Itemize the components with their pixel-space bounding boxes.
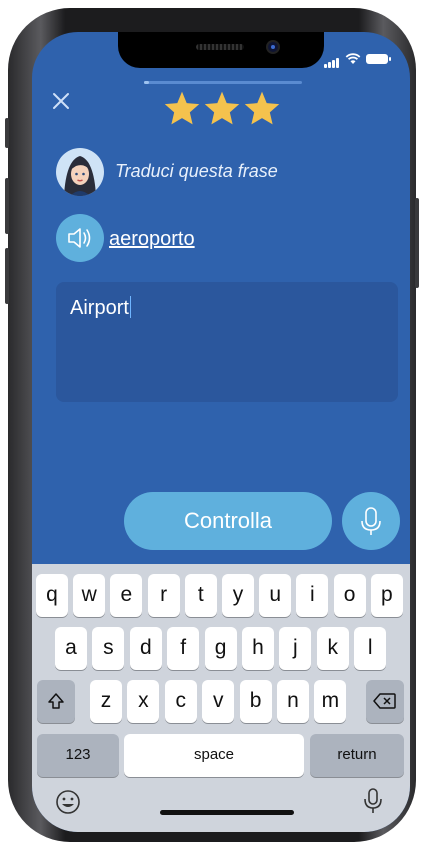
- dictation-icon: [364, 788, 382, 813]
- key-j[interactable]: j: [279, 627, 312, 670]
- instruction-text: Traduci questa frase: [115, 161, 278, 181]
- microphone-icon: [361, 507, 381, 535]
- key-m[interactable]: m: [314, 680, 347, 723]
- shift-key[interactable]: [37, 680, 75, 723]
- key-o[interactable]: o: [333, 574, 366, 617]
- notch: [118, 32, 324, 68]
- silent-switch: [5, 118, 9, 148]
- app-screen: Traduci questa frase aeroporto Airport C…: [32, 32, 410, 832]
- status-bar: [324, 50, 391, 68]
- shift-icon: [48, 693, 64, 709]
- volume-down-button: [5, 248, 9, 304]
- space-key[interactable]: space: [124, 734, 304, 777]
- emoji-icon: [56, 790, 80, 814]
- wifi-icon: [345, 53, 361, 64]
- key-x[interactable]: x: [127, 680, 160, 723]
- key-k[interactable]: k: [316, 627, 349, 670]
- power-button: [415, 198, 419, 288]
- star-rating: [163, 90, 281, 126]
- return-key[interactable]: return: [310, 734, 404, 777]
- text-cursor: [129, 296, 132, 318]
- key-a[interactable]: a: [55, 627, 87, 670]
- numbers-key[interactable]: 123: [37, 734, 119, 777]
- key-c[interactable]: c: [164, 680, 197, 723]
- check-button[interactable]: Controlla: [124, 492, 332, 550]
- key-h[interactable]: h: [242, 627, 274, 670]
- close-icon: [53, 93, 69, 109]
- key-q[interactable]: q: [36, 574, 68, 617]
- key-f[interactable]: f: [167, 627, 200, 670]
- key-e[interactable]: e: [110, 574, 143, 617]
- phone-frame: Traduci questa frase aeroporto Airport C…: [5, 8, 419, 842]
- play-audio-button[interactable]: [56, 214, 104, 262]
- speaker-icon: [68, 228, 91, 248]
- answer-value: Airport: [70, 296, 132, 320]
- key-r[interactable]: r: [147, 574, 180, 617]
- key-n[interactable]: n: [277, 680, 309, 723]
- source-word-link[interactable]: aeroporto: [109, 228, 195, 251]
- key-d[interactable]: d: [129, 627, 162, 670]
- volume-up-button: [5, 178, 9, 234]
- key-b[interactable]: b: [239, 680, 272, 723]
- key-t[interactable]: t: [184, 574, 217, 617]
- earpiece: [196, 44, 244, 50]
- key-g[interactable]: g: [204, 627, 237, 670]
- dictation-key[interactable]: [360, 786, 386, 821]
- key-v[interactable]: v: [202, 680, 235, 723]
- key-u[interactable]: u: [259, 574, 292, 617]
- key-i[interactable]: i: [296, 574, 329, 617]
- key-w[interactable]: w: [73, 574, 106, 617]
- front-camera: [268, 42, 278, 52]
- backspace-key[interactable]: [366, 680, 404, 723]
- lesson-progress-fill: [144, 81, 149, 84]
- lesson-progress-bar: [144, 81, 302, 84]
- voice-input-button[interactable]: [342, 492, 400, 550]
- on-screen-keyboard: 123 space return qwertyuiop asdfghjkl zxcv…: [32, 564, 410, 832]
- star-icon: [244, 91, 280, 125]
- battery-icon: [366, 54, 391, 64]
- key-z[interactable]: z: [90, 680, 122, 723]
- backspace-icon: [373, 693, 396, 709]
- signal-icon: [324, 50, 340, 68]
- home-indicator: [160, 810, 294, 815]
- key-s[interactable]: s: [92, 627, 125, 670]
- answer-input[interactable]: Airport: [56, 282, 398, 402]
- tutor-avatar: [56, 148, 104, 196]
- key-l[interactable]: l: [354, 627, 387, 670]
- close-button[interactable]: [50, 92, 72, 114]
- key-p[interactable]: p: [370, 574, 403, 617]
- emoji-key[interactable]: [54, 788, 82, 821]
- star-icon: [164, 91, 200, 125]
- star-icon: [204, 91, 240, 125]
- key-y[interactable]: y: [222, 574, 254, 617]
